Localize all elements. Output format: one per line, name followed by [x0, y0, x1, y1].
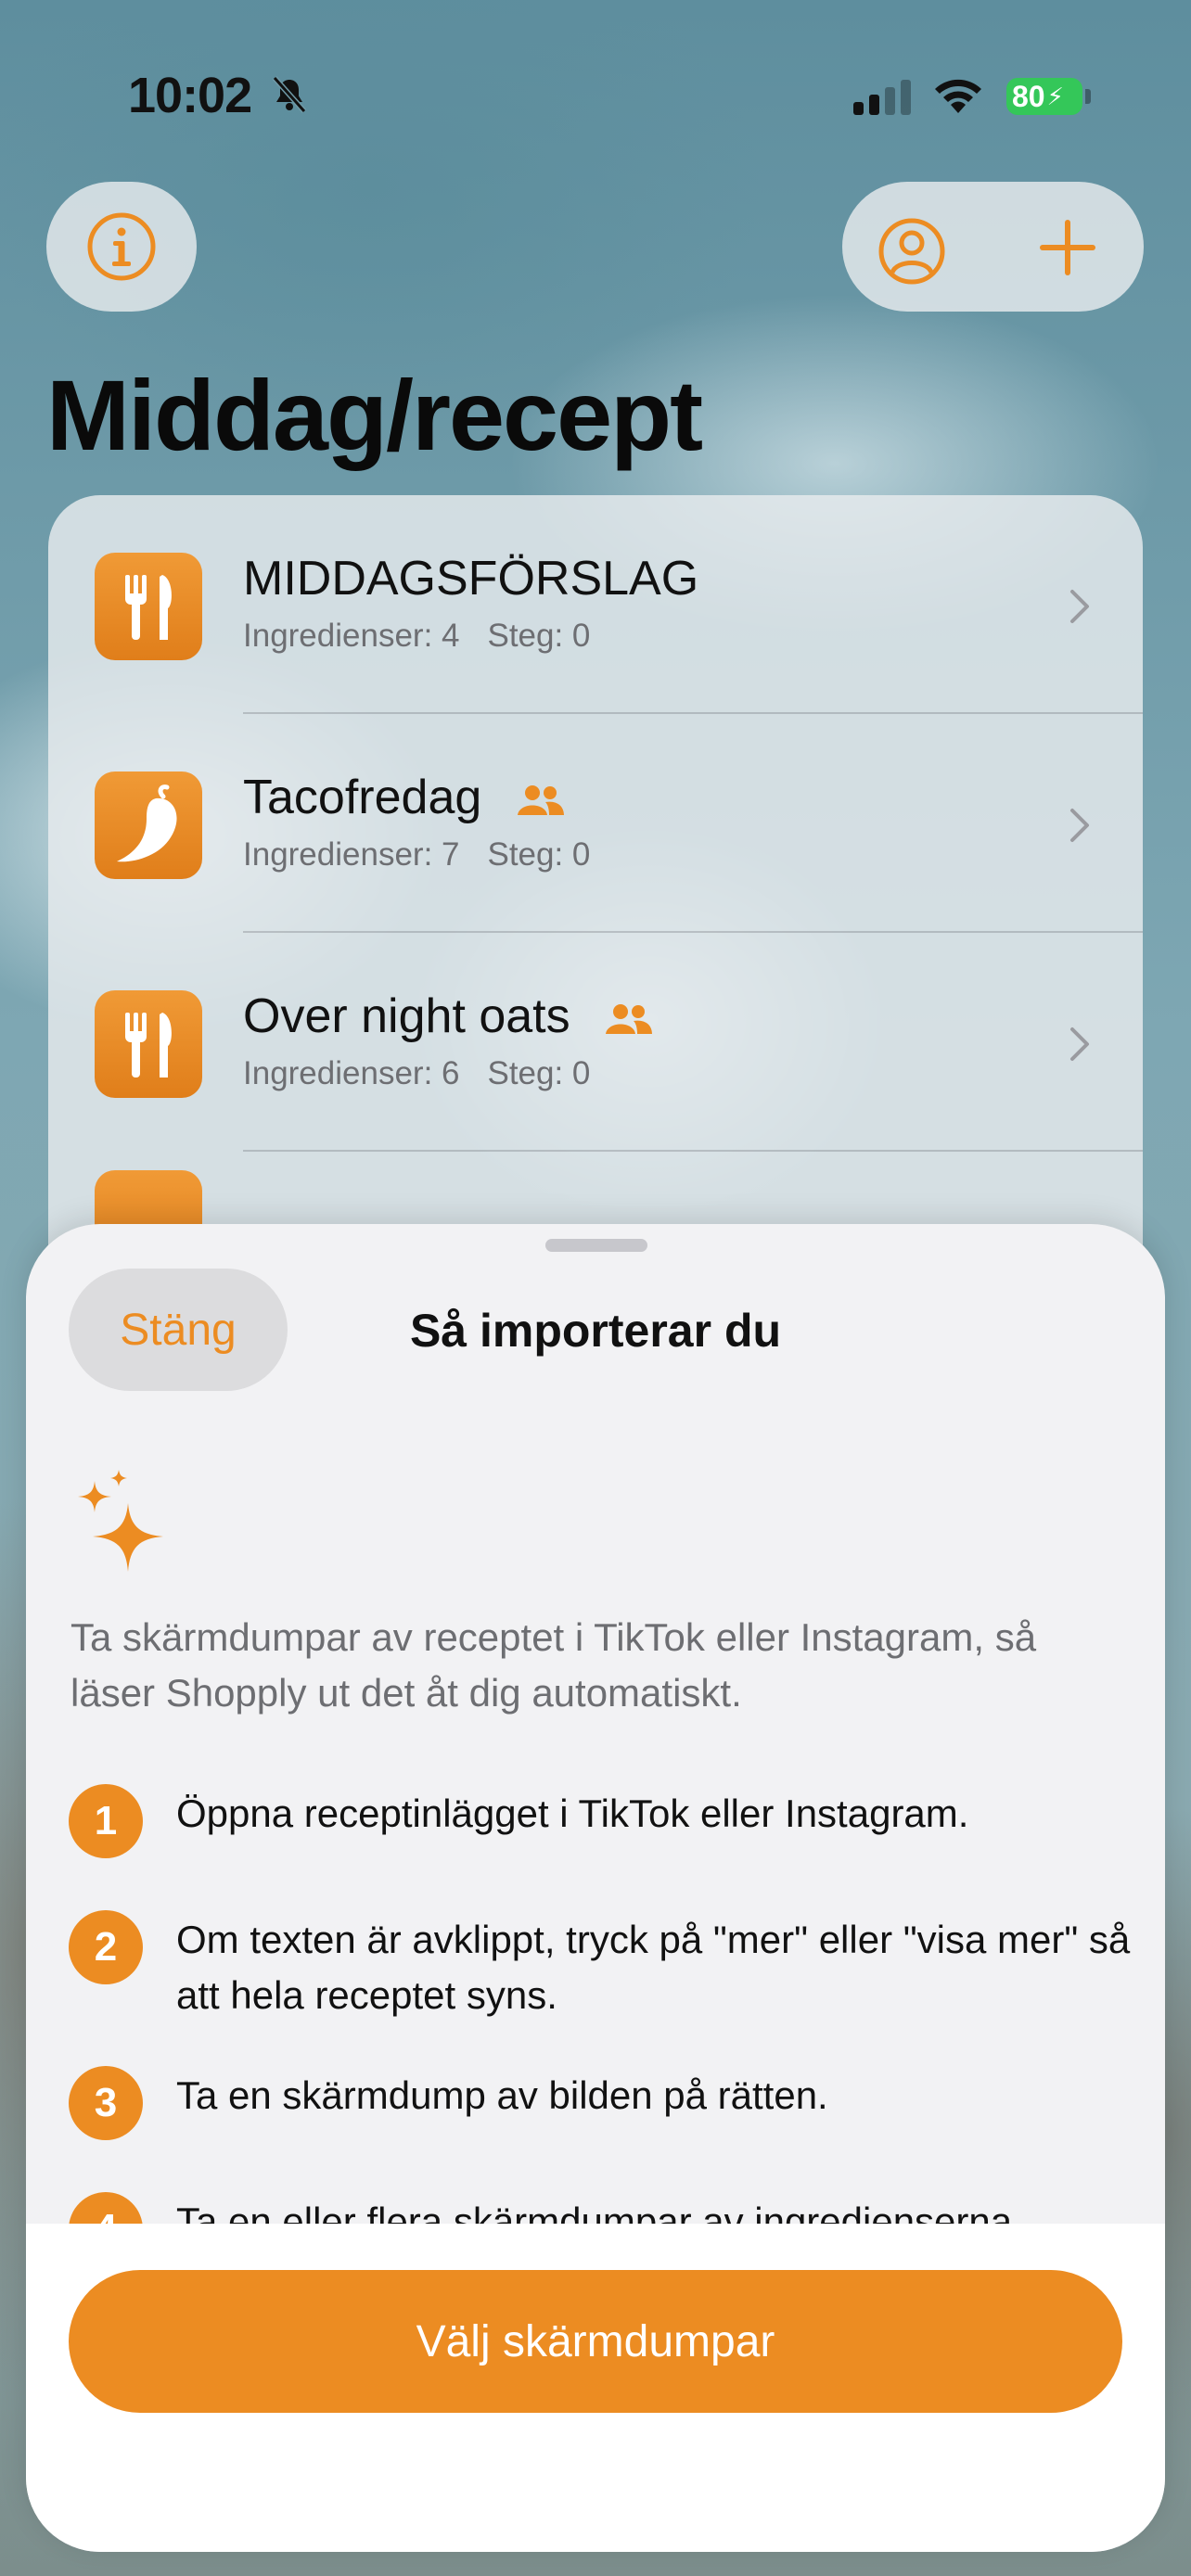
step-number: 2	[69, 1910, 143, 1984]
recipe-meta: Ingredienser: 7 Steg: 0	[243, 836, 590, 874]
recipe-title: Over night oats	[243, 989, 570, 1043]
ingredient-count: Ingredienser: 7	[243, 836, 460, 873]
step-text: Öppna receptinlägget i TikTok eller Inst…	[176, 1792, 969, 1835]
recipe-title: Tacofredag	[243, 771, 482, 824]
sheet-title: Så importerar du	[409, 1305, 782, 1357]
recipe-title-line: Over night oats	[243, 988, 654, 1044]
shared-people-icon	[606, 1004, 653, 1035]
bell-slash-icon	[272, 76, 307, 113]
header-actions-group	[842, 182, 1144, 312]
step-number: 3	[69, 2066, 143, 2140]
info-button[interactable]	[46, 182, 197, 312]
cellular-signal-icon	[853, 80, 911, 115]
step-count: Steg: 0	[487, 836, 591, 873]
battery-tip	[1085, 89, 1091, 104]
recipe-title-line: Tacofredag	[243, 770, 566, 825]
status-time: 10:02	[128, 68, 252, 123]
choose-screenshots-button[interactable]: Välj skärmdumpar	[69, 2270, 1122, 2413]
step-number: 1	[69, 1784, 143, 1858]
chevron-right-icon	[1070, 1027, 1089, 1061]
ingredient-count: Ingredienser: 4	[243, 618, 460, 654]
chevron-right-icon	[1070, 590, 1089, 623]
chevron-right-icon	[1070, 809, 1089, 842]
sheet-footer: Välj skärmdumpar	[26, 2224, 1165, 2552]
ingredient-count: Ingredienser: 6	[243, 1055, 460, 1091]
step-text: Om texten är avklippt, tryck på "mer" el…	[176, 1918, 1131, 2017]
step-text: Ta en skärmdump av bilden på rätten.	[176, 2073, 828, 2117]
import-sheet: Stäng Så importerar du Ta skärmdumpar av…	[26, 1224, 1165, 2552]
step-count: Steg: 0	[487, 1055, 591, 1091]
recipe-row[interactable]: Over night oats Ingredienser: 6 Steg: 0	[48, 933, 1143, 1152]
chili-pepper-icon	[95, 772, 202, 879]
recipe-list: MIDDAGSFÖRSLAG Ingredienser: 4 Steg: 0 Ta…	[48, 495, 1143, 1330]
profile-button[interactable]	[877, 217, 946, 286]
recipe-row[interactable]: Tacofredag Ingredienser: 7 Steg: 0	[48, 714, 1143, 933]
sparkles-icon	[78, 1470, 163, 1572]
battery-indicator: 80 ⚡	[1006, 78, 1082, 115]
charging-bolt-icon: ⚡	[1046, 82, 1064, 110]
fork-knife-icon	[95, 990, 202, 1098]
battery-level: 80	[1012, 79, 1045, 113]
recipe-meta: Ingredienser: 4 Steg: 0	[243, 618, 590, 655]
fork-knife-icon	[95, 553, 202, 660]
recipe-meta: Ingredienser: 6 Steg: 0	[243, 1055, 590, 1092]
page-title: Middag/recept	[46, 359, 703, 471]
sheet-grabber[interactable]	[545, 1239, 647, 1252]
recipe-row[interactable]: MIDDAGSFÖRSLAG Ingredienser: 4 Steg: 0	[48, 495, 1143, 714]
wifi-icon	[935, 79, 981, 113]
add-recipe-button[interactable]	[1037, 217, 1098, 278]
import-intro: Ta skärmdumpar av receptet i TikTok elle…	[70, 1615, 1037, 1715]
recipe-title: MIDDAGSFÖRSLAG	[243, 552, 699, 606]
step-count: Steg: 0	[487, 618, 591, 654]
shared-people-icon	[517, 785, 564, 816]
info-circle-icon	[87, 212, 156, 281]
